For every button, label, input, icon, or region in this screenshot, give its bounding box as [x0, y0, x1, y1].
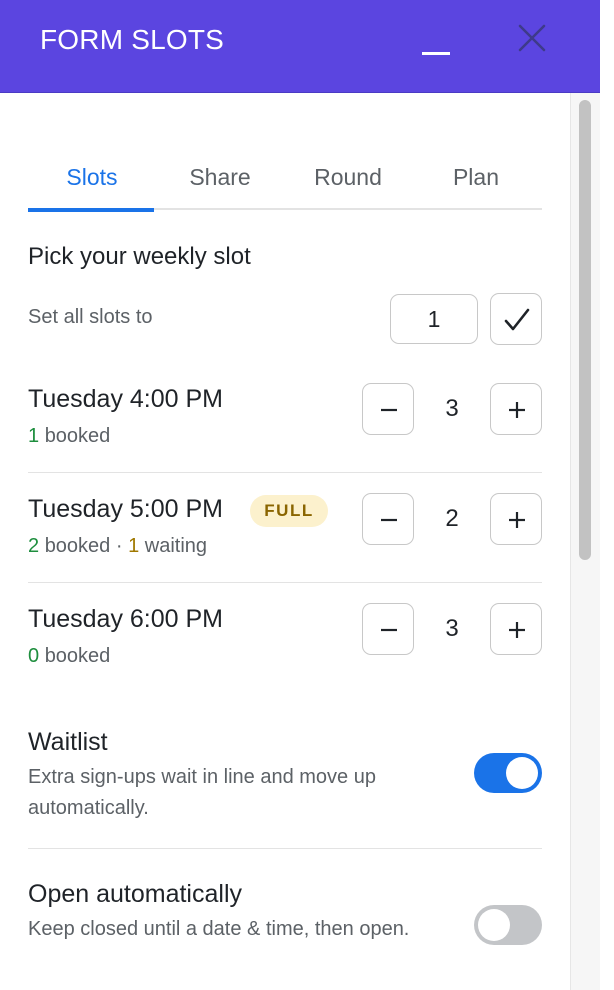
- section-title: Pick your weekly slot: [28, 243, 251, 270]
- toggle-knob: [478, 909, 510, 941]
- toggle-knob: [506, 757, 538, 789]
- tab-share[interactable]: Share: [156, 150, 284, 210]
- open-automatically-option: Open automatically Keep closed until a d…: [28, 880, 542, 980]
- plus-icon: [509, 512, 525, 528]
- slot-row: Tuesday 4:00 PM 1 booked 3: [28, 363, 542, 473]
- slot-time: Tuesday 4:00 PM: [28, 385, 224, 413]
- slot-time: Tuesday 5:00 PM: [28, 495, 224, 523]
- status-separator: ·: [110, 535, 129, 557]
- full-badge: FULL: [250, 495, 328, 527]
- waitlist-description: Extra sign-ups wait in line and move up …: [28, 766, 376, 819]
- minus-icon: [381, 518, 397, 522]
- plus-icon: [509, 622, 525, 638]
- booked-label: booked: [44, 535, 111, 557]
- tab-round[interactable]: Round: [284, 150, 412, 210]
- minimize-button[interactable]: [418, 32, 454, 58]
- increase-capacity-button[interactable]: [490, 603, 542, 655]
- waiting-label: waiting: [144, 535, 208, 557]
- decrease-capacity-button[interactable]: [362, 493, 414, 545]
- capacity-value: 2: [445, 505, 459, 532]
- capacity-value: 3: [445, 395, 459, 422]
- tab-bar: Slots Share Round Plan: [28, 150, 542, 212]
- capacity-value: 3: [445, 615, 459, 642]
- check-icon: [504, 308, 530, 331]
- slot-status: 2 booked · 1 waiting: [28, 535, 207, 558]
- panel-title: FORM SLOTS: [40, 24, 225, 55]
- close-icon: [518, 24, 546, 52]
- slot-row: Tuesday 5:00 PM FULL 2 booked · 1 waitin…: [28, 473, 542, 583]
- open-automatically-title: Open automatically: [28, 880, 243, 908]
- set-all-apply-button[interactable]: [490, 293, 542, 345]
- waitlist-option: Waitlist Extra sign-ups wait in line and…: [28, 728, 542, 828]
- booked-count: 2: [28, 535, 40, 557]
- decrease-capacity-button[interactable]: [362, 383, 414, 435]
- set-all-label: Set all slots to: [28, 306, 153, 328]
- decrease-capacity-button[interactable]: [362, 603, 414, 655]
- increase-capacity-button[interactable]: [490, 383, 542, 435]
- booked-count: 1: [28, 425, 40, 447]
- slot-row: Tuesday 6:00 PM 0 booked 3: [28, 583, 542, 693]
- minus-icon: [381, 628, 397, 632]
- slot-status: 0 booked: [28, 645, 110, 668]
- open-automatically-toggle[interactable]: [474, 905, 542, 945]
- close-button[interactable]: [514, 20, 550, 56]
- scrollbar-thumb[interactable]: [577, 98, 593, 562]
- waitlist-toggle[interactable]: [474, 753, 542, 793]
- increase-capacity-button[interactable]: [490, 493, 542, 545]
- minimize-icon: [422, 52, 450, 55]
- window-edge: [600, 0, 614, 990]
- panel-header: FORM SLOTS: [0, 0, 600, 93]
- divider: [28, 848, 542, 849]
- waiting-count: 1: [128, 535, 140, 557]
- booked-label: booked: [44, 645, 111, 667]
- minus-icon: [381, 408, 397, 412]
- set-all-input[interactable]: [390, 294, 478, 344]
- slot-status: 1 booked: [28, 425, 110, 448]
- tab-slots[interactable]: Slots: [28, 150, 156, 212]
- waitlist-title: Waitlist: [28, 728, 108, 756]
- booked-label: booked: [44, 425, 111, 447]
- open-automatically-description: Keep closed until a date & time, then op…: [28, 918, 410, 940]
- plus-icon: [509, 402, 525, 418]
- tab-plan[interactable]: Plan: [412, 150, 540, 210]
- booked-count: 0: [28, 645, 40, 667]
- slot-time: Tuesday 6:00 PM: [28, 605, 224, 633]
